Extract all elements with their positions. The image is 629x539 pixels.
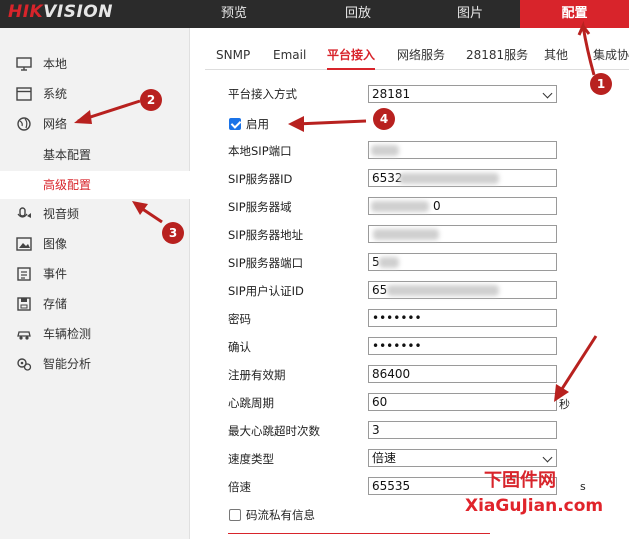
top-navigation-bar: HIKVISION 预览 回放 图片 配置 [0, 0, 629, 28]
sip-server-port-label: SIP服务器端口 [228, 256, 304, 270]
sidebar-item-label: 存储 [43, 297, 68, 311]
sidebar-item-advanced-config[interactable]: 高级配置 [0, 171, 190, 199]
bottom-button-edge [228, 533, 490, 539]
local-sip-port-label: 本地SIP端口 [228, 144, 292, 158]
analysis-icon [17, 358, 32, 371]
nav-preview[interactable]: 预览 [172, 0, 296, 28]
heartbeat-period-label: 心跳周期 [228, 396, 274, 410]
sidebar-item-label: 本地 [43, 57, 68, 71]
confirm-label: 确认 [228, 340, 251, 354]
sidebar-item-vehicle-detection[interactable]: 车辆检测 [0, 320, 190, 348]
speed-type-select[interactable]: 倍速 [368, 449, 557, 467]
speed-type-label: 速度类型 [228, 452, 274, 466]
tab-other[interactable]: 其他 [544, 40, 568, 70]
tab-platform-access[interactable]: 平台接入 [327, 40, 376, 70]
watermark-en: XiaGuJian.com [465, 496, 604, 516]
sidebar-item-local[interactable]: 本地 [0, 50, 190, 78]
enable-label: 启用 [246, 117, 269, 131]
sidebar-item-label: 智能分析 [43, 357, 92, 371]
config-tabs: SNMP Email 平台接入 网络服务 28181服务 其他 集成协议 [205, 40, 629, 70]
sip-server-id-input[interactable]: 6532 [368, 169, 557, 187]
register-validity-label: 注册有效期 [228, 368, 286, 382]
sidebar-item-network[interactable]: 网络 [0, 110, 190, 138]
access-mode-select[interactable]: 28181 [368, 85, 557, 103]
heartbeat-unit: 秒 [559, 398, 570, 411]
annotation-marker-3: 3 [162, 222, 184, 244]
sidebar-item-system[interactable]: 系统 [0, 80, 190, 108]
sip-user-auth-id-label: SIP用户认证ID [228, 284, 304, 298]
max-heartbeat-timeout-label: 最大心跳超时次数 [228, 424, 320, 438]
confirm-password-input[interactable]: ••••••• [368, 337, 557, 355]
hikvision-logo: HIKVISION [8, 2, 113, 22]
sidebar-item-storage[interactable]: 存储 [0, 290, 190, 318]
event-icon [17, 267, 31, 281]
microphone-icon [17, 207, 31, 218]
password-input[interactable]: ••••••• [368, 309, 557, 327]
sidebar-item-video-audio[interactable]: 视音频 [0, 200, 190, 228]
sidebar-item-label: 视音频 [43, 207, 80, 221]
sip-server-address-input[interactable] [368, 225, 557, 243]
stream-private-info-checkbox[interactable] [229, 509, 241, 521]
monitor-icon [16, 57, 32, 71]
sip-server-address-label: SIP服务器地址 [228, 228, 304, 242]
max-heartbeat-timeout-input[interactable]: 3 [368, 421, 557, 439]
access-mode-label: 平台接入方式 [228, 87, 297, 101]
multiplier-unit: s [580, 480, 586, 493]
sidebar-item-event[interactable]: 事件 [0, 260, 190, 288]
sidebar-item-smart-analysis[interactable]: 智能分析 [0, 350, 190, 378]
register-validity-input[interactable]: 86400 [368, 365, 557, 383]
heartbeat-period-input[interactable]: 60 [368, 393, 557, 411]
tab-email[interactable]: Email [273, 40, 306, 70]
sip-server-domain-input[interactable]: 0 [368, 197, 557, 215]
sip-server-port-input[interactable]: 5 [368, 253, 557, 271]
arrow-5 [558, 335, 598, 393]
sip-user-auth-id-input[interactable]: 65 [368, 281, 557, 299]
tab-28181-service[interactable]: 28181服务 [466, 40, 528, 70]
multiplier-label: 倍速 [228, 480, 251, 494]
arrow-4 [295, 119, 367, 126]
sip-server-domain-label: SIP服务器域 [228, 200, 292, 214]
sidebar-item-basic-config[interactable]: 基本配置 [0, 141, 190, 169]
tab-snmp[interactable]: SNMP [216, 40, 250, 70]
annotation-marker-4: 4 [373, 108, 395, 130]
tab-integration-protocol[interactable]: 集成协议 [593, 40, 629, 70]
image-icon [16, 237, 32, 251]
globe-icon [17, 117, 31, 131]
nav-configuration[interactable]: 配置 [520, 0, 629, 28]
sidebar-item-label: 图像 [43, 237, 68, 251]
password-label: 密码 [228, 312, 251, 326]
enable-checkbox[interactable] [229, 118, 241, 130]
sidebar-item-label: 网络 [43, 117, 68, 131]
vehicle-icon [17, 331, 31, 340]
nav-picture[interactable]: 图片 [420, 0, 520, 28]
sip-server-id-label: SIP服务器ID [228, 172, 293, 186]
watermark-cn: 下固件网 [484, 470, 556, 491]
annotation-marker-2: 2 [140, 89, 162, 111]
sidebar-item-label: 车辆检测 [43, 327, 92, 341]
system-icon [16, 87, 32, 101]
stream-private-info-label: 码流私有信息 [246, 508, 315, 522]
sidebar-item-label: 系统 [43, 87, 68, 101]
local-sip-port-input[interactable] [368, 141, 557, 159]
storage-icon [17, 297, 31, 311]
nav-playback[interactable]: 回放 [296, 0, 420, 28]
tab-network-service[interactable]: 网络服务 [397, 40, 445, 70]
sidebar-item-label: 事件 [43, 267, 68, 281]
annotation-marker-1: 1 [590, 73, 612, 95]
